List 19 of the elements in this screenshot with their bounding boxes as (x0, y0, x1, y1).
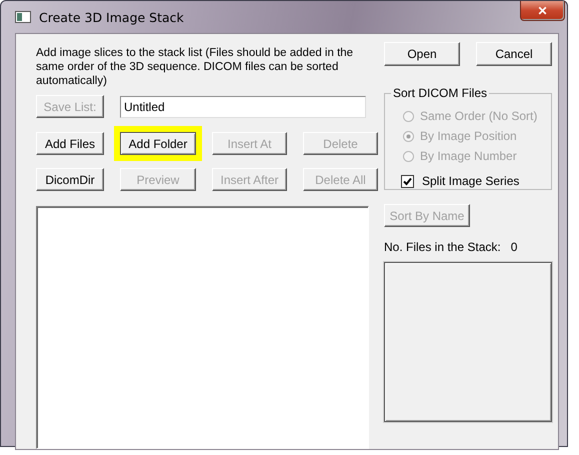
action-button[interactable]: Add Files (36, 132, 104, 155)
window-title: Create 3D Image Stack (39, 10, 184, 24)
cancel-button[interactable]: Cancel (476, 42, 552, 66)
open-button[interactable]: Open (384, 42, 460, 66)
radio-label: By Image Position (420, 129, 517, 143)
list-name-field[interactable]: Untitled (120, 96, 366, 118)
files-count-label: No. Files in the Stack: (384, 240, 501, 254)
group-title: Sort DICOM Files (392, 86, 488, 100)
close-button[interactable]: ✕ (520, 1, 565, 21)
action-button[interactable]: Add Folder (120, 132, 196, 155)
window-icon (15, 11, 31, 23)
checkbox[interactable] (401, 174, 414, 188)
radio-label: By Image Number (420, 149, 517, 163)
instructions-text: Add image slices to the stack list (Files should be added in the same order of the 3D sequence. DICOM files can be sorted automatically) (36, 46, 354, 88)
radio-label: Same Order (No Sort) (420, 109, 538, 123)
stack-list[interactable] (36, 206, 369, 449)
action-button[interactable]: DicomDir (36, 168, 104, 191)
checkbox-label: Split Image Series (422, 174, 520, 188)
files-count-value: 0 (510, 240, 518, 254)
